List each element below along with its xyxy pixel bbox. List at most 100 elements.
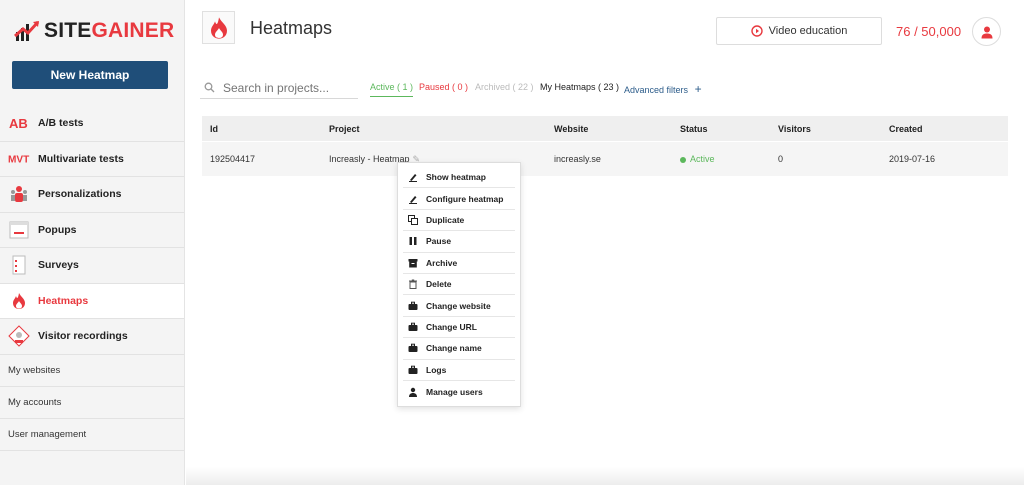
column-header-status[interactable]: Status — [674, 124, 772, 134]
projects-table: Id Project Website Status Visitors Creat… — [202, 116, 1008, 176]
briefcase-icon — [407, 300, 419, 312]
sidebar-item-label: Surveys — [38, 259, 79, 272]
survey-icon — [8, 254, 30, 276]
menu-item-label: Logs — [426, 364, 447, 375]
cell-website: increasly.se — [554, 154, 601, 164]
user-icon — [407, 386, 419, 398]
menu-item-label: Manage users — [426, 386, 483, 397]
menu-item-label: Delete — [426, 279, 452, 290]
credits-counter: 76 / 50,000 — [896, 24, 962, 39]
header: Heatmaps Video education 76 / 50,000 — [186, 0, 1024, 60]
menu-item-archive[interactable]: Archive — [403, 253, 515, 274]
sidebar-item-label: Visitor recordings — [38, 330, 128, 343]
filter-active[interactable]: Active ( 1 ) — [370, 82, 414, 97]
menu-item-label: Show heatmap — [426, 172, 486, 183]
logo-mark-icon — [14, 19, 42, 43]
mvt-icon: MVT — [8, 148, 30, 170]
pause-icon — [407, 235, 419, 247]
heatmaps-page-icon — [202, 11, 235, 44]
menu-item-show-heatmap[interactable]: Show heatmap — [403, 167, 515, 189]
menu-item-change-website[interactable]: Change website — [403, 295, 515, 317]
video-education-button[interactable]: Video education — [716, 17, 882, 45]
cell-status: Active — [674, 154, 772, 164]
new-heatmap-button[interactable]: New Heatmap — [12, 61, 168, 89]
logo-text-part1: SITE — [44, 19, 92, 42]
pencil-icon — [407, 193, 419, 205]
sidebar-item-label: Heatmaps — [38, 294, 89, 307]
search-box — [200, 77, 358, 99]
table-row[interactable]: 192504417 Increasly - Heatmap ✎ increasly… — [202, 141, 1008, 176]
recording-icon — [8, 325, 30, 347]
sidebar-item-popups[interactable]: Popups — [0, 213, 184, 248]
user-avatar-button[interactable] — [972, 17, 1001, 46]
play-circle-icon — [750, 25, 763, 37]
menu-item-change-name[interactable]: Change name — [403, 338, 515, 360]
filter-my-heatmaps[interactable]: My Heatmaps ( 23 ) — [540, 82, 619, 92]
logo-text-part2: GAINER — [91, 19, 175, 42]
video-education-label: Video education — [768, 25, 848, 37]
people-icon — [8, 183, 30, 205]
menu-item-label: Change URL — [426, 321, 477, 332]
column-header-project[interactable]: Project — [321, 124, 548, 134]
column-header-visitors[interactable]: Visitors — [772, 124, 883, 134]
sidebar-item-heatmaps[interactable]: Heatmaps — [0, 283, 184, 319]
menu-item-label: Change name — [426, 343, 482, 354]
svg-text:MVT: MVT — [8, 154, 30, 165]
cell-visitors: 0 — [778, 154, 784, 164]
briefcase-icon — [407, 364, 419, 376]
filter-bar: Active ( 1 ) Paused ( 0 ) Archived ( 22 … — [200, 77, 1020, 99]
cell-created: 2019-07-16 — [889, 154, 936, 164]
menu-item-logs[interactable]: Logs — [403, 360, 515, 381]
menu-item-configure-heatmap[interactable]: Configure heatmap — [403, 188, 515, 210]
menu-item-pause[interactable]: Pause — [403, 231, 515, 253]
copy-icon — [407, 214, 419, 226]
sidebar-item-label: Popups — [38, 223, 77, 236]
menu-item-label: Change website — [426, 300, 491, 311]
search-icon — [204, 82, 215, 93]
sidebar-link-my-websites[interactable]: My websites — [0, 355, 184, 387]
sidebar-item-multivariate[interactable]: MVT Multivariate tests — [0, 142, 184, 177]
cell-id: 192504417 — [210, 154, 256, 164]
column-header-created[interactable]: Created — [883, 124, 1008, 134]
briefcase-icon — [407, 321, 419, 333]
menu-item-change-url[interactable]: Change URL — [403, 317, 515, 339]
sidebar: SITEGAINER New Heatmap AB A/B tests MVT … — [0, 0, 185, 485]
sidebar-item-surveys[interactable]: Surveys — [0, 248, 184, 284]
sidebar-item-personalizations[interactable]: Personalizations — [0, 177, 184, 213]
page-title: Heatmaps — [250, 18, 333, 38]
menu-item-label: Duplicate — [426, 214, 465, 225]
search-input[interactable] — [223, 80, 353, 95]
bottom-shadow — [186, 467, 1024, 485]
sidebar-item-label: Multivariate tests — [38, 152, 124, 165]
menu-item-label: Configure heatmap — [426, 193, 504, 204]
column-header-website[interactable]: Website — [548, 124, 674, 134]
plus-icon: + — [694, 82, 702, 96]
advanced-filters-label: Advanced filters — [624, 85, 689, 95]
menu-item-label: Archive — [426, 257, 458, 268]
menu-item-duplicate[interactable]: Duplicate — [403, 210, 515, 232]
logo[interactable]: SITEGAINER — [14, 16, 174, 46]
archive-icon — [407, 257, 419, 269]
sidebar-link-user-management[interactable]: User management — [0, 419, 184, 451]
svg-text:AB: AB — [9, 116, 28, 130]
sidebar-item-visitor-recordings[interactable]: Visitor recordings — [0, 319, 184, 355]
advanced-filters-link[interactable]: Advanced filters + — [624, 82, 702, 96]
flame-icon — [8, 290, 30, 312]
menu-item-label: Pause — [426, 236, 452, 247]
column-header-id[interactable]: Id — [202, 124, 321, 134]
sidebar-nav: AB A/B tests MVT Multivariate tests Pers… — [0, 106, 184, 451]
sidebar-item-label: Personalizations — [38, 188, 122, 201]
row-context-menu: Show heatmap Configure heatmap Duplicate… — [397, 162, 521, 408]
status-text: Active — [690, 154, 715, 164]
user-icon — [981, 26, 992, 38]
filter-archived[interactable]: Archived ( 22 ) — [475, 82, 534, 92]
popup-icon — [8, 219, 30, 241]
menu-item-manage-users[interactable]: Manage users — [403, 381, 515, 402]
sidebar-link-my-accounts[interactable]: My accounts — [0, 387, 184, 419]
sidebar-item-ab-tests[interactable]: AB A/B tests — [0, 106, 184, 142]
status-dot-icon — [680, 156, 686, 163]
menu-item-delete[interactable]: Delete — [403, 274, 515, 296]
filter-paused[interactable]: Paused ( 0 ) — [419, 82, 468, 92]
ab-icon: AB — [8, 112, 30, 134]
briefcase-icon — [407, 342, 419, 354]
